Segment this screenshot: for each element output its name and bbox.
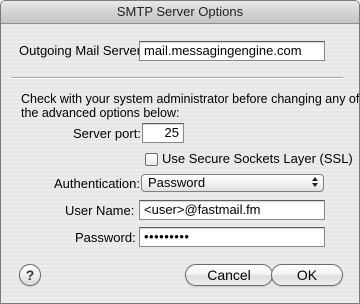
ok-button[interactable]: OK (271, 264, 343, 286)
smtp-options-dialog: SMTP Server Options Outgoing Mail Server… (0, 0, 360, 304)
outgoing-server-field[interactable]: mail.messagingengine.com (139, 41, 325, 61)
help-icon[interactable]: ? (19, 264, 41, 286)
advanced-note-line2: the advanced options below: (21, 106, 180, 120)
authentication-popup[interactable]: Password (141, 174, 324, 192)
password-field[interactable]: ••••••••• (139, 227, 325, 247)
popup-arrows-icon (311, 175, 319, 189)
server-port-field[interactable]: 25 (142, 123, 184, 143)
ssl-checkbox-label[interactable]: Use Secure Sockets Layer (SSL) (162, 151, 353, 166)
ssl-checkbox[interactable] (145, 153, 158, 166)
server-port-label: Server port: (73, 126, 141, 141)
separator (11, 77, 343, 79)
password-label: Password: (75, 230, 136, 245)
authentication-popup-value: Password (148, 175, 206, 190)
authentication-label: Authentication: (54, 176, 141, 191)
advanced-note-line1: Check with your system administrator bef… (21, 92, 360, 106)
username-field[interactable]: <user>@fastmail.fm (139, 200, 325, 220)
outgoing-server-label: Outgoing Mail Server: (19, 43, 145, 58)
cancel-button[interactable]: Cancel (185, 264, 273, 286)
username-label: User Name: (65, 203, 135, 218)
window-title: SMTP Server Options (1, 1, 359, 24)
